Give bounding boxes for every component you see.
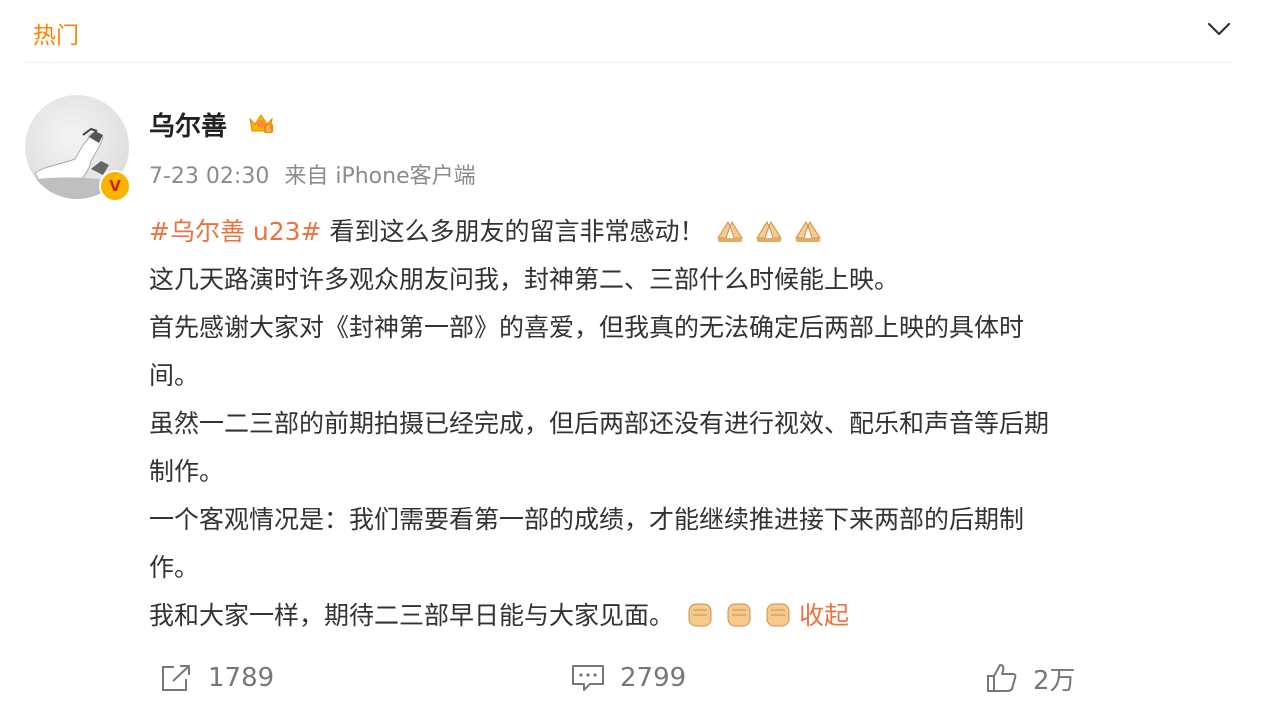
repost-button[interactable]: 1789 xyxy=(160,656,274,700)
chevron-down-icon[interactable] xyxy=(1206,18,1232,40)
collapse-link[interactable]: 收起 xyxy=(799,601,849,630)
pray-emoji-icon xyxy=(717,220,744,242)
post-text: 看到这么多朋友的留言非常感动！ xyxy=(321,217,705,246)
post-line: 间。 xyxy=(149,361,200,390)
post-line: 制作。 xyxy=(149,457,225,486)
source-prefix: 来自 xyxy=(284,164,329,189)
action-bar: 1789 2799 2万 xyxy=(0,656,1278,700)
post-line: 作。 xyxy=(149,553,200,582)
post-time[interactable]: 7-23 02:30 xyxy=(149,164,269,189)
feed-header: 热门 xyxy=(25,0,1232,63)
svg-text:6: 6 xyxy=(266,125,271,134)
hot-tab[interactable]: 热门 xyxy=(33,16,79,50)
username[interactable]: 乌尔善 xyxy=(149,106,227,143)
comment-button[interactable]: 2799 xyxy=(570,656,686,700)
hashtag-link[interactable]: #乌尔善 u23# xyxy=(149,217,322,246)
pray-emoji-icon xyxy=(795,220,822,242)
post-line: #乌尔善 u23# 看到这么多朋友的留言非常感动！ xyxy=(149,208,1239,256)
like-count: 2万 xyxy=(1033,665,1076,696)
post-text: 我和大家一样，期待二三部早日能与大家见面。 xyxy=(149,601,675,630)
post-source: iPhone客户端 xyxy=(335,164,476,189)
like-button[interactable]: 2万 xyxy=(985,656,1076,700)
post-line: 首先感谢大家对《封神第一部》的喜爱，但我真的无法确定后两部上映的具体时 xyxy=(149,313,1025,342)
post-line: 虽然一二三部的前期拍摄已经完成，但后两部还没有进行视效、配乐和声音等后期 xyxy=(149,409,1050,438)
fist-emoji-icon xyxy=(688,603,712,627)
pray-emoji-icon xyxy=(756,220,783,242)
post-body: #乌尔善 u23# 看到这么多朋友的留言非常感动！ 这几天路演时许多观众朋友问我… xyxy=(149,208,1239,640)
thumbs-up-icon xyxy=(987,664,1017,692)
fist-emoji-icon xyxy=(766,603,790,627)
comment-count: 2799 xyxy=(620,663,687,693)
post-meta: 7-23 02:30 来自 iPhone客户端 xyxy=(149,158,476,190)
repost-icon xyxy=(162,665,190,691)
post-line: 这几天路演时许多观众朋友问我，封神第二、三部什么时候能上映。 xyxy=(149,265,900,294)
repost-count: 1789 xyxy=(208,663,275,693)
post-line: 一个客观情况是：我们需要看第一部的成绩，才能继续推进接下来两部的后期制 xyxy=(149,505,1025,534)
member-crown-icon[interactable]: 6 xyxy=(247,109,275,141)
comment-icon xyxy=(572,665,604,691)
verified-badge: V xyxy=(99,170,131,202)
post-line: 我和大家一样，期待二三部早日能与大家见面。 收起 xyxy=(149,592,1239,640)
fist-emoji-icon xyxy=(727,603,751,627)
